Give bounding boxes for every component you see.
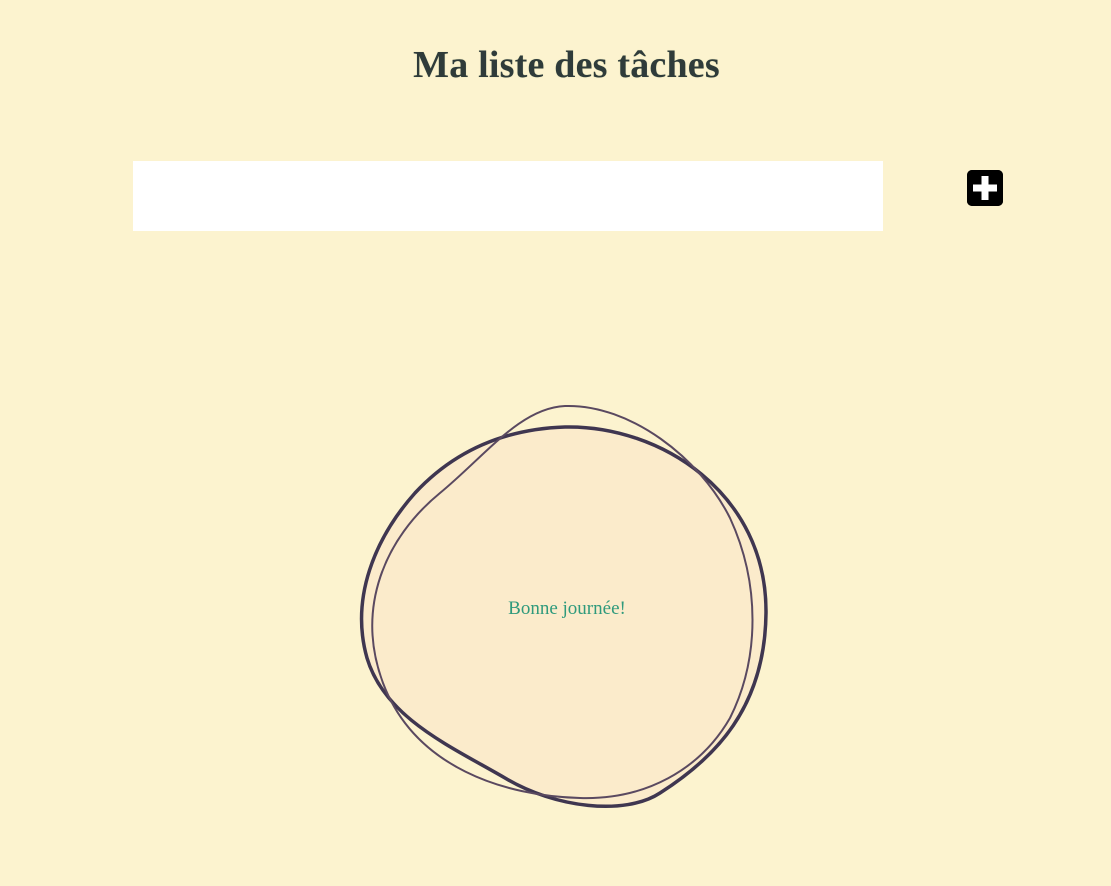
add-task-button[interactable] (967, 170, 1003, 206)
task-input[interactable] (133, 161, 883, 231)
greeting-text: Bonne journée! (508, 598, 626, 619)
greeting-circle: Bonne journée! (355, 398, 775, 818)
plus-square-icon (967, 170, 1003, 206)
page-title: Ma liste des tâches (413, 44, 720, 86)
